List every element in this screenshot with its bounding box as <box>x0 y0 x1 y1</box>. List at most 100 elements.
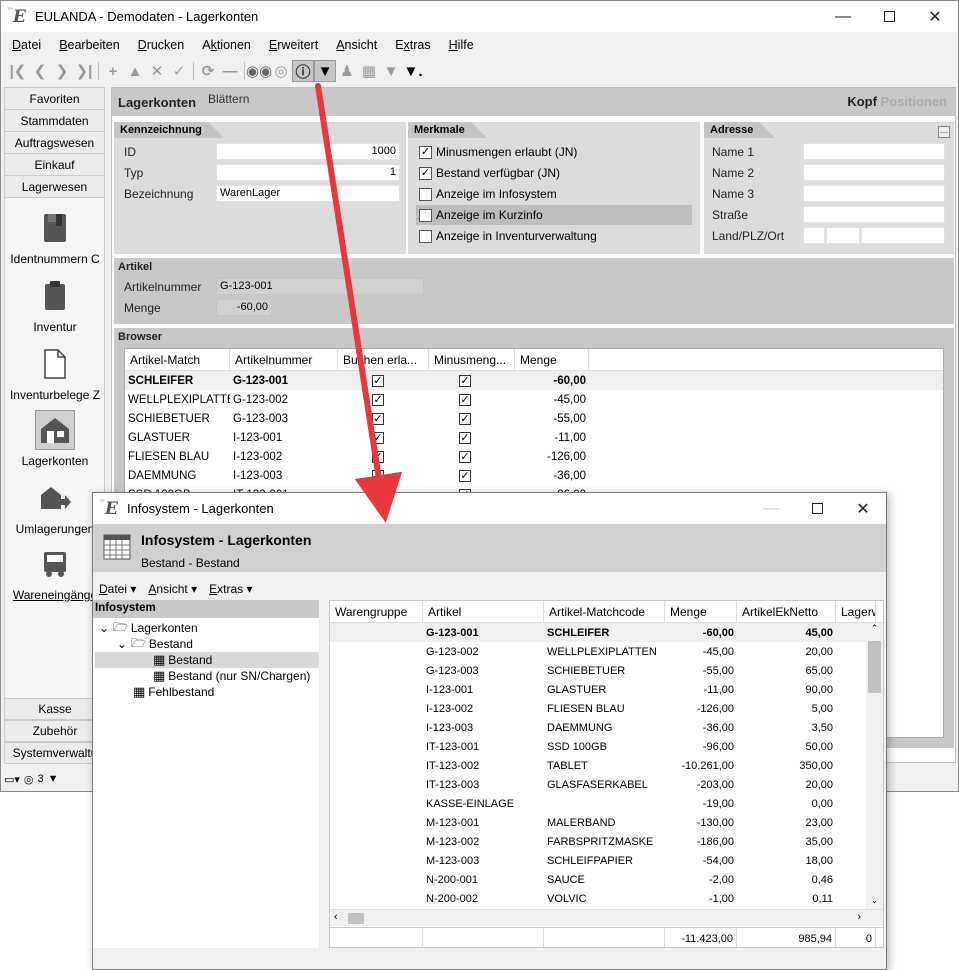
menu-item[interactable]: Extras <box>386 38 439 52</box>
table-row[interactable]: I-123-001 GLASTUER -11,00 90,00 <box>330 680 883 699</box>
nav-item-umlagerungen[interactable]: Umlagerungen <box>5 478 105 536</box>
nav-item-inventur[interactable]: Inventur <box>5 276 105 334</box>
table-row[interactable]: SCHLEIFER G-123-001 ✓ ✓ -60,00 <box>125 371 943 390</box>
tree-node-lagerkonten[interactable]: ⌄ 🗁 Lagerkonten <box>99 620 198 636</box>
table-row[interactable]: I-123-003 DAEMMUNG -36,00 3,50 <box>330 718 883 737</box>
next-record-icon[interactable]: ❯ <box>51 60 73 82</box>
tree-node-fehlbestand[interactable]: ▦ Fehlbestand <box>133 684 214 700</box>
maximize-button[interactable] <box>866 1 912 32</box>
nav-item-lagerkonten[interactable]: Lagerkonten <box>5 410 105 468</box>
table-row[interactable]: M-123-003 SCHLEIFPAPIER -54,00 18,00 <box>330 851 883 870</box>
merkmal-checkbox-4[interactable]: Anzeige in Inventurverwaltung <box>416 226 692 246</box>
table-row[interactable]: I-123-002 FLIESEN BLAU -126,00 5,00 <box>330 699 883 718</box>
tab-positionen[interactable]: Positionen <box>881 94 947 109</box>
nav-item-identnummern[interactable]: Identnummern C <box>5 208 105 266</box>
nav-item-wareneingaenge[interactable]: Wareneingänge <box>5 544 105 602</box>
browser-column-header[interactable]: Minusmeng... <box>429 349 515 370</box>
prev-record-icon[interactable]: ❮ <box>29 60 51 82</box>
nav-button-3[interactable]: Einkauf <box>5 154 104 176</box>
adresse-input[interactable] <box>803 185 945 202</box>
up-icon[interactable]: ▲ <box>124 60 146 82</box>
table-icon[interactable]: ▦ <box>358 60 380 82</box>
adresse-input[interactable] <box>803 143 945 160</box>
table-row[interactable]: M-123-002 FARBSPRITZMASKE -186,00 35,00 <box>330 832 883 851</box>
menu-item[interactable]: Drucken <box>129 38 194 52</box>
info-menu-item[interactable]: Datei ▾ <box>93 582 142 596</box>
scroll-left-icon[interactable]: ‹ <box>334 911 338 923</box>
close-button[interactable]: ✕ <box>840 493 886 524</box>
table-row[interactable]: SCHIEBETUER G-123-003 ✓ ✓ -55,00 <box>125 409 943 428</box>
horizontal-scrollbar[interactable]: ‹ › <box>330 909 883 926</box>
more-dropdown-icon[interactable]: ▼. <box>402 60 424 82</box>
info-column-header[interactable]: Menge <box>665 601 737 622</box>
id-field[interactable]: 1000 <box>216 143 400 160</box>
land-input[interactable] <box>803 227 825 244</box>
cancel-icon[interactable]: ✕ <box>146 60 168 82</box>
merkmal-checkbox-0[interactable]: ✓ Minusmengen erlaubt (JN) <box>416 142 692 162</box>
menu-item[interactable]: Ansicht <box>327 38 386 52</box>
checkbox-icon[interactable]: ✓ <box>419 145 432 159</box>
table-row[interactable]: FLIESEN BLAU I-123-002 ✓ ✓ -126,00 <box>125 447 943 466</box>
binoculars-icon[interactable]: ◉◉ <box>246 60 272 82</box>
first-record-icon[interactable]: |❮ <box>7 60 29 82</box>
table-row[interactable]: DAEMMUNG I-123-003 ✓ ✓ -36,00 <box>125 466 943 485</box>
adresse-input[interactable] <box>803 164 945 181</box>
nav-button-1[interactable]: Stammdaten <box>5 110 104 132</box>
scroll-right-icon[interactable]: › <box>857 911 861 923</box>
browser-column-header[interactable]: Artikelnummer <box>230 349 338 370</box>
table-row[interactable]: G-123-003 SCHIEBETUER -55,00 65,00 <box>330 661 883 680</box>
filter-icon[interactable]: ▼ <box>380 60 402 82</box>
info-column-header[interactable]: Lagerw <box>836 601 876 622</box>
scroll-down-icon[interactable]: ⌄ <box>866 895 883 909</box>
info-column-header[interactable]: Artikel-Matchcode <box>544 601 665 622</box>
vertical-scrollbar[interactable]: ⌃ ⌄ <box>866 623 883 909</box>
info-column-header[interactable]: Artikel <box>423 601 544 622</box>
browser-column-header[interactable]: Menge <box>515 349 589 370</box>
tab-kopf[interactable]: Kopf <box>847 94 877 109</box>
nav-bottom-button-1[interactable]: Zubehör <box>5 720 105 742</box>
table-row[interactable]: M-123-001 MALERBAND -130,00 23,00 <box>330 813 883 832</box>
browser-column-header[interactable]: Buchen erla... <box>338 349 429 370</box>
table-row[interactable]: G-123-001 SCHLEIFER -60,00 45,00 <box>330 623 883 642</box>
menu-item[interactable]: Datei <box>3 38 50 52</box>
menu-item[interactable]: Hilfe <box>440 38 483 52</box>
dropdown-arrow-icon[interactable]: ▼ <box>48 773 59 785</box>
info-menu-item[interactable]: Ansicht ▾ <box>142 582 203 596</box>
window-icon[interactable]: ▭▾ <box>4 773 20 786</box>
nav-bottom-button-2[interactable]: Systemverwaltu <box>5 742 105 764</box>
last-record-icon[interactable]: ❯| <box>73 60 95 82</box>
menu-item[interactable]: Aktionen <box>193 38 260 52</box>
info-column-header[interactable]: Warengruppe <box>330 601 423 622</box>
scroll-thumb[interactable] <box>868 641 881 693</box>
minimize-button[interactable]: — <box>820 1 866 32</box>
info-column-header[interactable]: ArtikelEkNetto <box>737 601 836 622</box>
dropdown-arrow-icon[interactable]: ▼ <box>314 60 336 82</box>
checkbox-icon[interactable]: ✓ <box>419 166 432 180</box>
maximize-button[interactable] <box>794 493 840 524</box>
table-row[interactable]: WELLPLEXIPLATTENG-123-002 ✓ ✓ -45,00 <box>125 390 943 409</box>
adresse-more-button[interactable]: ... <box>938 126 950 138</box>
merkmal-checkbox-1[interactable]: ✓ Bestand verfügbar (JN) <box>416 163 692 183</box>
close-button[interactable]: ✕ <box>912 1 958 32</box>
delete-icon[interactable]: — <box>219 60 241 82</box>
table-row[interactable]: IT-123-001 SSD 100GB -96,00 50,00 <box>330 737 883 756</box>
table-row[interactable]: IT-123-003 GLASFASERKABEL -203,00 20,00 <box>330 775 883 794</box>
info-title-bar[interactable]: ™ E Infosystem - Lagerkonten — ✕ <box>93 493 886 524</box>
tree-node-bestand[interactable]: ⌄ 🗁 Bestand <box>117 636 193 652</box>
checkbox-icon[interactable] <box>419 208 432 222</box>
merkmal-checkbox-3[interactable]: Anzeige im Kurzinfo <box>416 205 692 225</box>
ort-input[interactable] <box>861 227 945 244</box>
browser-column-header[interactable]: Artikel-Match <box>125 349 230 370</box>
person-icon[interactable]: ♟ <box>336 60 358 82</box>
nav-item-inventurbelege[interactable]: Inventurbelege Z <box>5 344 105 402</box>
add-icon[interactable]: + <box>102 60 124 82</box>
nav-button-2[interactable]: Auftragswesen <box>5 132 104 154</box>
table-row[interactable]: GLASTUER I-123-001 ✓ ✓ -11,00 <box>125 428 943 447</box>
bezeichnung-field[interactable]: WarenLager <box>216 185 400 202</box>
scroll-thumb[interactable] <box>348 913 364 924</box>
checkbox-icon[interactable] <box>419 229 432 243</box>
table-row[interactable]: N-200-002 VOLVIC -1,00 0,11 <box>330 889 883 908</box>
info-icon[interactable]: ⓘ <box>292 60 314 82</box>
typ-field[interactable]: 1 <box>216 164 400 181</box>
refresh-icon[interactable]: ⟳ <box>197 60 219 82</box>
